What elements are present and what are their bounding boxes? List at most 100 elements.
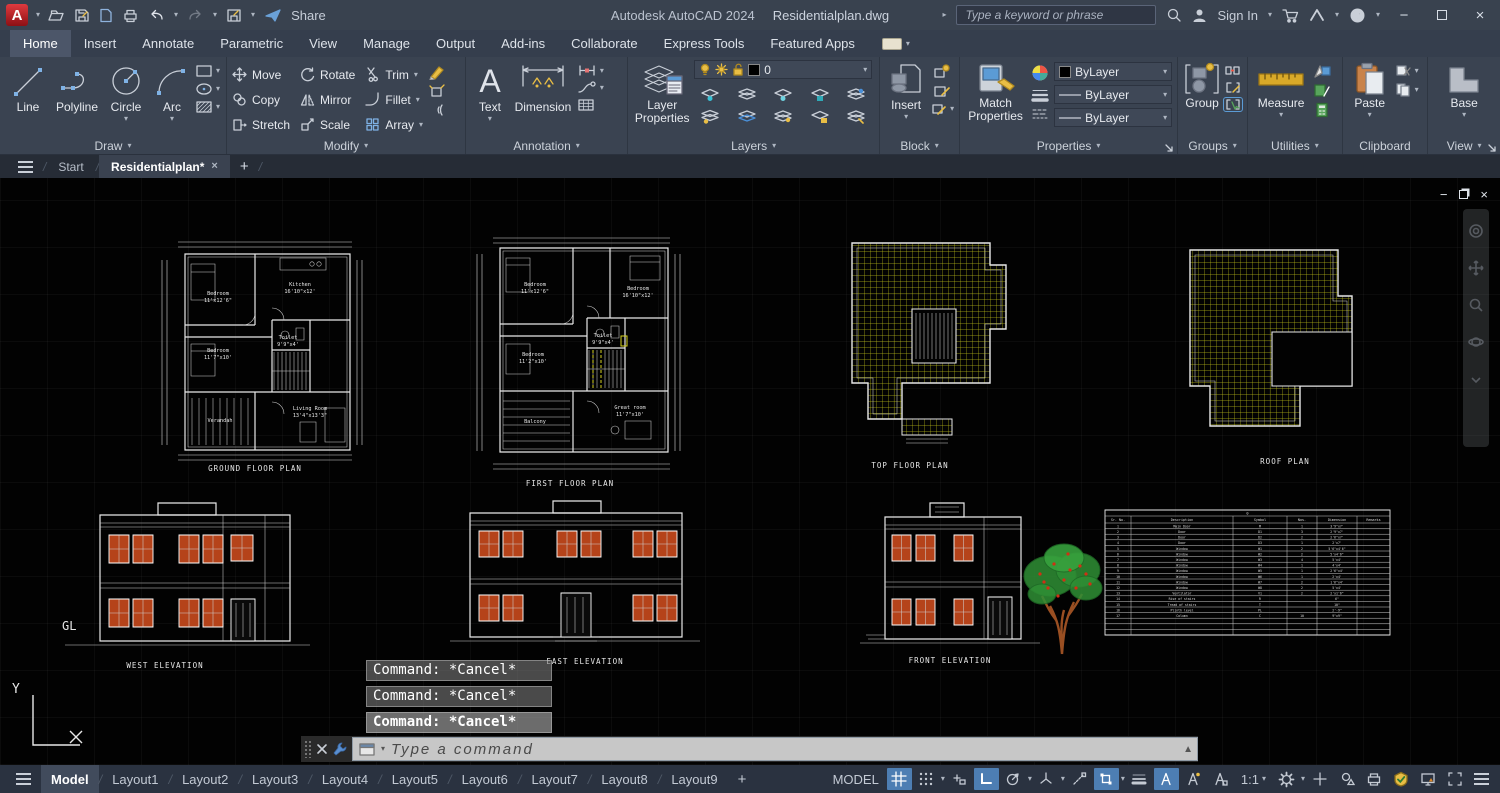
layout-tab[interactable]: Layout1 bbox=[102, 765, 168, 793]
tab-insert[interactable]: Insert bbox=[71, 30, 130, 57]
new-drawing-tab-button[interactable]: + bbox=[230, 155, 259, 178]
autocad-logo-icon[interactable]: A bbox=[6, 4, 28, 26]
viewport-close-icon[interactable]: × bbox=[1480, 187, 1488, 202]
tab-add-ins[interactable]: Add-ins bbox=[488, 30, 558, 57]
redo-icon[interactable] bbox=[187, 8, 204, 22]
navigation-bar[interactable] bbox=[1463, 209, 1489, 447]
copy-clip-button[interactable]: ▾ bbox=[1395, 82, 1419, 97]
erase-button[interactable] bbox=[428, 64, 446, 80]
tab-express-tools[interactable]: Express Tools bbox=[651, 30, 758, 57]
layer-select[interactable]: 0 ▾ bbox=[694, 60, 872, 79]
fillet-button[interactable]: Fillet▾ bbox=[365, 92, 423, 107]
tab-collaborate[interactable]: Collaborate bbox=[558, 30, 651, 57]
layout-tab[interactable]: Layout9 bbox=[661, 765, 727, 793]
polar-tracking-toggle[interactable] bbox=[1001, 768, 1026, 790]
measure-button[interactable]: Measure ▾ bbox=[1253, 60, 1309, 119]
table-button[interactable] bbox=[577, 98, 604, 112]
snap-toggle[interactable] bbox=[914, 768, 939, 790]
command-bar-grip[interactable] bbox=[304, 740, 312, 758]
paste-button[interactable]: Paste ▾ bbox=[1348, 60, 1392, 119]
scale-button[interactable]: Scale bbox=[300, 117, 355, 132]
base-button[interactable]: Base ▾ bbox=[1440, 60, 1488, 119]
layer-merge-icon[interactable] bbox=[846, 109, 866, 124]
create-block-button[interactable] bbox=[930, 64, 954, 79]
maximize-button[interactable] bbox=[1428, 7, 1456, 24]
osnap-chevron-icon[interactable]: ▾ bbox=[1121, 775, 1125, 783]
nav-wheel-icon[interactable] bbox=[1468, 223, 1484, 244]
search-input[interactable] bbox=[956, 5, 1156, 25]
workspace-switching-button[interactable] bbox=[1274, 768, 1299, 790]
ungroup-button[interactable] bbox=[1224, 64, 1242, 77]
ribbon-display-button[interactable]: ▾ bbox=[882, 30, 910, 57]
layout-tab[interactable]: Layout6 bbox=[452, 765, 518, 793]
layer-properties-button[interactable]: Layer Properties bbox=[633, 60, 691, 125]
calculator-button[interactable] bbox=[1312, 102, 1332, 118]
text-button[interactable]: A Text ▾ bbox=[471, 60, 509, 123]
layers-panel-label[interactable]: Layers▾ bbox=[631, 137, 876, 154]
layout-tab[interactable]: Layout7 bbox=[522, 765, 588, 793]
modify-panel-label[interactable]: Modify▾ bbox=[230, 137, 462, 154]
trim-button[interactable]: Trim▾ bbox=[365, 67, 423, 82]
isodraft-chevron-icon[interactable]: ▾ bbox=[1061, 775, 1065, 783]
pan-icon[interactable] bbox=[1468, 260, 1484, 281]
tab-annotate[interactable]: Annotate bbox=[129, 30, 207, 57]
zoom-icon[interactable] bbox=[1468, 297, 1484, 318]
model-space-button[interactable]: MODEL bbox=[827, 772, 885, 787]
object-snap-toggle[interactable] bbox=[1094, 768, 1119, 790]
circle-button[interactable]: Circle ▾ bbox=[103, 60, 149, 123]
command-input[interactable] bbox=[391, 741, 1191, 758]
share-icon[interactable] bbox=[264, 8, 282, 23]
snap-chevron-icon[interactable]: ▾ bbox=[941, 775, 945, 783]
text-chevron-icon[interactable]: ▾ bbox=[488, 115, 492, 123]
isolate-objects-button[interactable] bbox=[1334, 768, 1359, 790]
minimize-button[interactable]: − bbox=[1390, 7, 1418, 24]
fullscreen-toggle[interactable] bbox=[1442, 768, 1467, 790]
tab-view[interactable]: View bbox=[296, 30, 350, 57]
quick-calc-button[interactable] bbox=[1312, 83, 1332, 98]
annotation-visibility-toggle[interactable] bbox=[1154, 768, 1179, 790]
stretch-button[interactable]: Stretch bbox=[232, 117, 290, 132]
tab-parametric[interactable]: Parametric bbox=[207, 30, 296, 57]
arc-chevron-icon[interactable]: ▾ bbox=[170, 115, 174, 123]
layer-make-current-icon[interactable] bbox=[846, 87, 866, 102]
polar-chevron-icon[interactable]: ▾ bbox=[1028, 775, 1032, 783]
edit-attributes-button[interactable] bbox=[930, 83, 954, 98]
utilities-panel-label[interactable]: Utilities▾ bbox=[1251, 137, 1339, 154]
arc-button[interactable]: Arc ▾ bbox=[152, 60, 192, 123]
annotation-monitor-toggle[interactable] bbox=[1307, 768, 1332, 790]
isodraft-toggle[interactable] bbox=[1034, 768, 1059, 790]
file-tab-start[interactable]: Start bbox=[46, 155, 95, 178]
autodesk-app-icon[interactable] bbox=[1309, 8, 1325, 22]
auto-scale-toggle[interactable] bbox=[1181, 768, 1206, 790]
qat-customize-chevron-icon[interactable]: ▾ bbox=[251, 11, 255, 19]
help-icon[interactable]: ? bbox=[1349, 7, 1366, 24]
sign-in-label[interactable]: Sign In bbox=[1217, 8, 1257, 23]
view-panel-label[interactable]: View▾ bbox=[1431, 137, 1497, 154]
layer-freeze-all-icon[interactable] bbox=[773, 109, 793, 124]
layer-previous-icon[interactable] bbox=[737, 109, 757, 124]
properties-expander-icon[interactable] bbox=[1165, 144, 1173, 152]
help-chevron-icon[interactable]: ▾ bbox=[1376, 11, 1380, 19]
circle-chevron-icon[interactable]: ▾ bbox=[124, 115, 128, 123]
paste-chevron-icon[interactable]: ▾ bbox=[1368, 111, 1372, 119]
linear-dimension-button[interactable]: ▾ bbox=[577, 64, 604, 77]
workspace-chevron-icon[interactable]: ▾ bbox=[1301, 775, 1305, 783]
layer-match-icon[interactable] bbox=[700, 109, 720, 124]
layout-tab[interactable]: Layout3 bbox=[242, 765, 308, 793]
block-panel-label[interactable]: Block▾ bbox=[883, 137, 956, 154]
copy-button[interactable]: Copy bbox=[232, 92, 290, 107]
dynamic-input-toggle[interactable] bbox=[947, 768, 972, 790]
groups-panel-label[interactable]: Groups▾ bbox=[1181, 137, 1244, 154]
command-window-icon[interactable] bbox=[359, 743, 375, 756]
file-tab-close-icon[interactable]: × bbox=[211, 161, 217, 172]
fillet-chevron-icon[interactable]: ▾ bbox=[416, 96, 420, 104]
lineweight-toggle[interactable] bbox=[1127, 768, 1152, 790]
hatch-button[interactable]: ▾ bbox=[195, 100, 220, 114]
tab-home[interactable]: Home bbox=[10, 30, 71, 57]
model-tab[interactable]: Model bbox=[41, 765, 99, 793]
ellipse-button[interactable]: ▾ bbox=[195, 82, 220, 96]
clean-screen-toggle[interactable] bbox=[1415, 768, 1440, 790]
block-editor-button[interactable]: ▾ bbox=[930, 102, 954, 116]
rotate-button[interactable]: Rotate bbox=[300, 67, 355, 82]
close-button[interactable]: × bbox=[1466, 7, 1494, 24]
